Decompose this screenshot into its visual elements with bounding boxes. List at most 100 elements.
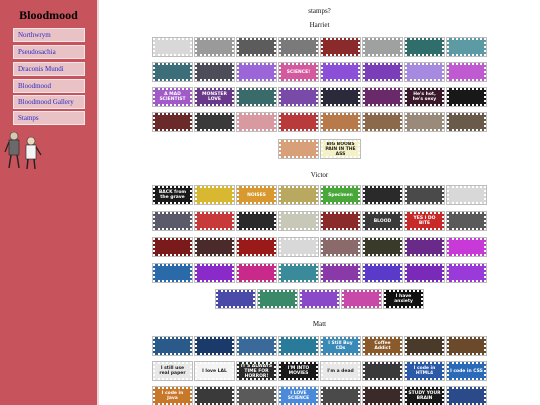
stamp-image[interactable] [446,263,487,283]
stamp-image[interactable]: BIG BOOBS PAIN IN THE ASS [320,139,361,159]
stamp-image[interactable]: I Still Buy CDs [320,336,361,356]
stamp-image[interactable] [362,386,403,405]
stamp-image[interactable] [236,87,277,107]
stamp-image[interactable]: I LOVE SCIENCE [278,386,319,405]
stamp-image[interactable] [236,237,277,257]
stamp-image[interactable] [362,263,403,283]
stamp-image[interactable] [362,37,403,57]
stamp-image[interactable] [362,112,403,132]
stamp-image[interactable] [152,62,193,82]
nav-link-bloodmood-gallery[interactable]: Bloodmood Gallery [13,95,85,109]
stamp-image[interactable] [320,37,361,57]
stamp-image[interactable] [446,386,487,405]
stamp-image[interactable] [446,37,487,57]
stamp-image[interactable] [446,185,487,205]
stamp-image[interactable] [194,185,235,205]
stamp-image[interactable] [362,185,403,205]
stamp-image[interactable]: STUDY YOUR BRAIN [404,386,445,405]
stamp-image[interactable] [446,211,487,231]
stamp-image[interactable] [320,87,361,107]
stamp-image[interactable] [320,263,361,283]
stamp-image[interactable]: I'm a dead [320,361,361,381]
stamp-image[interactable] [152,211,193,231]
stamp-image[interactable] [278,263,319,283]
stamp-image[interactable] [194,263,235,283]
stamp-image[interactable] [446,336,487,356]
stamp-image[interactable] [215,289,256,309]
stamp-image[interactable]: SCIENCE! [278,62,319,82]
stamp-image[interactable] [236,37,277,57]
stamp-image[interactable] [362,87,403,107]
stamp-image[interactable] [446,62,487,82]
stamp-image[interactable]: I still use real paper [152,361,193,381]
stamp-image[interactable] [404,263,445,283]
stamp-image[interactable] [152,37,193,57]
stamp-image[interactable] [278,336,319,356]
stamp-image[interactable] [362,361,403,381]
stamp-image[interactable] [320,211,361,231]
stamp-image[interactable] [404,237,445,257]
stamp-image[interactable] [236,263,277,283]
nav-link-draconis-mundi[interactable]: Draconis Mundi [13,62,85,76]
stamp-image[interactable] [194,211,235,231]
stamp-image[interactable]: MONSTER LOVE [194,87,235,107]
stamp-image[interactable]: YES I DO BITE [404,211,445,231]
stamp-image[interactable]: I code in HTML4 [404,361,445,381]
stamp-image[interactable] [236,211,277,231]
stamp-image[interactable] [194,386,235,405]
stamp-image[interactable] [278,87,319,107]
stamp-image[interactable]: BLOOD [362,211,403,231]
stamp-image[interactable] [278,237,319,257]
stamp-image[interactable]: I code in Java [152,386,193,405]
stamp-image[interactable] [236,62,277,82]
stamp-image[interactable] [446,112,487,132]
stamp-image[interactable] [194,237,235,257]
stamp-image[interactable] [404,37,445,57]
stamp-image[interactable] [320,62,361,82]
stamp-image[interactable]: A MAD SCIENTIST [152,87,193,107]
stamp-image[interactable] [152,263,193,283]
stamp-image[interactable] [404,112,445,132]
nav-link-stamps[interactable]: Stamps [13,111,85,125]
stamp-image[interactable] [278,112,319,132]
stamp-image[interactable] [152,336,193,356]
stamp-image[interactable] [278,37,319,57]
nav-link-pseudosachia[interactable]: Pseudosachia [13,45,85,59]
stamp-image[interactable] [404,185,445,205]
stamp-image[interactable] [194,336,235,356]
stamp-image[interactable] [236,386,277,405]
stamp-image[interactable] [257,289,298,309]
stamp-image[interactable]: He's hot, he's sexy [404,87,445,107]
stamp-image[interactable] [362,237,403,257]
stamp-image[interactable] [446,87,487,107]
stamp-image[interactable] [446,237,487,257]
stamp-image[interactable] [299,289,340,309]
stamp-image[interactable]: I code in CSS [446,361,487,381]
stamp-image[interactable] [404,62,445,82]
stamp-image[interactable] [194,37,235,57]
stamp-image[interactable] [362,62,403,82]
nav-link-northwrym[interactable]: Northwrym [13,28,85,42]
stamp-image[interactable]: I'M INTO MOVIES [278,361,319,381]
stamp-image[interactable] [236,112,277,132]
stamp-image[interactable]: BACK from the grave [152,185,193,205]
stamp-image[interactable] [236,336,277,356]
stamp-image[interactable] [152,237,193,257]
stamp-image[interactable] [320,386,361,405]
stamp-image[interactable] [278,211,319,231]
nav-link-bloodmood[interactable]: Bloodmood [13,79,85,93]
stamp-image[interactable]: I have anxiety [383,289,424,309]
stamp-image[interactable] [404,336,445,356]
stamp-image[interactable] [320,112,361,132]
stamp-image[interactable]: NOISES [236,185,277,205]
stamp-image[interactable] [278,185,319,205]
stamp-image[interactable] [341,289,382,309]
stamp-image[interactable]: I love LAL [194,361,235,381]
stamp-image[interactable]: Specimen [320,185,361,205]
stamp-image[interactable]: Coffee Addict [362,336,403,356]
stamp-image[interactable]: IT'S ALWAYS TIME FOR HORROR! [236,361,277,381]
stamp-image[interactable] [152,112,193,132]
stamp-image[interactable] [278,139,319,159]
stamp-image[interactable] [194,112,235,132]
stamp-image[interactable] [194,62,235,82]
